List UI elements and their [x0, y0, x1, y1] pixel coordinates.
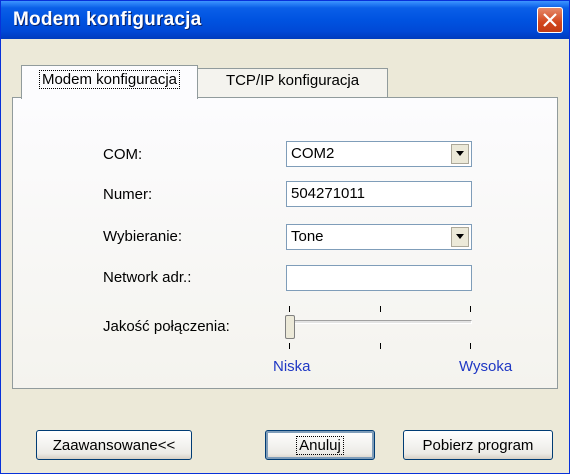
wybieranie-select[interactable]: Tone [286, 224, 472, 250]
download-button-label: Pobierz program [422, 437, 534, 454]
slider-tick [380, 343, 381, 349]
tab-tcpip-konfiguracja[interactable]: TCP/IP konfiguracja [197, 68, 388, 98]
quality-slider-thumb[interactable] [285, 315, 295, 339]
jakosc-label: Jakość połączenia: [103, 318, 230, 335]
network-input[interactable] [286, 265, 472, 291]
tab-label: TCP/IP konfiguracja [225, 72, 360, 89]
slider-tick [289, 343, 290, 349]
chevron-down-icon[interactable] [451, 227, 469, 247]
numer-label: Numer: [103, 186, 153, 203]
slider-tick [289, 306, 290, 312]
title-bar[interactable]: Modem konfiguracja [1, 1, 569, 39]
close-button[interactable] [537, 7, 563, 33]
slider-max-label: Wysoka [459, 358, 513, 375]
slider-min-label: Niska [273, 358, 311, 375]
slider-tick [380, 306, 381, 312]
tab-modem-konfiguracja[interactable]: Modem konfiguracja [21, 65, 198, 99]
dialog-window: Modem konfiguracja Modem konfiguracja TC… [0, 0, 570, 474]
network-label: Network adr.: [103, 269, 192, 286]
com-label: COM: [103, 146, 143, 163]
download-program-button[interactable]: Pobierz program [403, 430, 553, 460]
slider-tick [470, 306, 471, 312]
com-value: COM2 [291, 145, 335, 162]
tab-panel [12, 97, 558, 389]
close-icon [543, 13, 557, 27]
cancel-button[interactable]: Anuluj [265, 430, 375, 460]
slider-tick [470, 343, 471, 349]
cancel-button-label: Anuluj [296, 436, 344, 455]
window-title: Modem konfiguracja [13, 9, 202, 30]
numer-input[interactable]: 504271011 [286, 181, 472, 207]
wybieranie-value: Tone [291, 228, 324, 245]
quality-slider-track[interactable] [286, 320, 472, 324]
advanced-button-label: Zaawansowane<< [52, 437, 176, 454]
wybieranie-label: Wybieranie: [103, 228, 183, 245]
tab-label: Modem konfiguracja [38, 70, 181, 89]
com-select[interactable]: COM2 [286, 141, 472, 167]
advanced-button[interactable]: Zaawansowane<< [36, 430, 192, 460]
chevron-down-icon[interactable] [451, 144, 469, 164]
